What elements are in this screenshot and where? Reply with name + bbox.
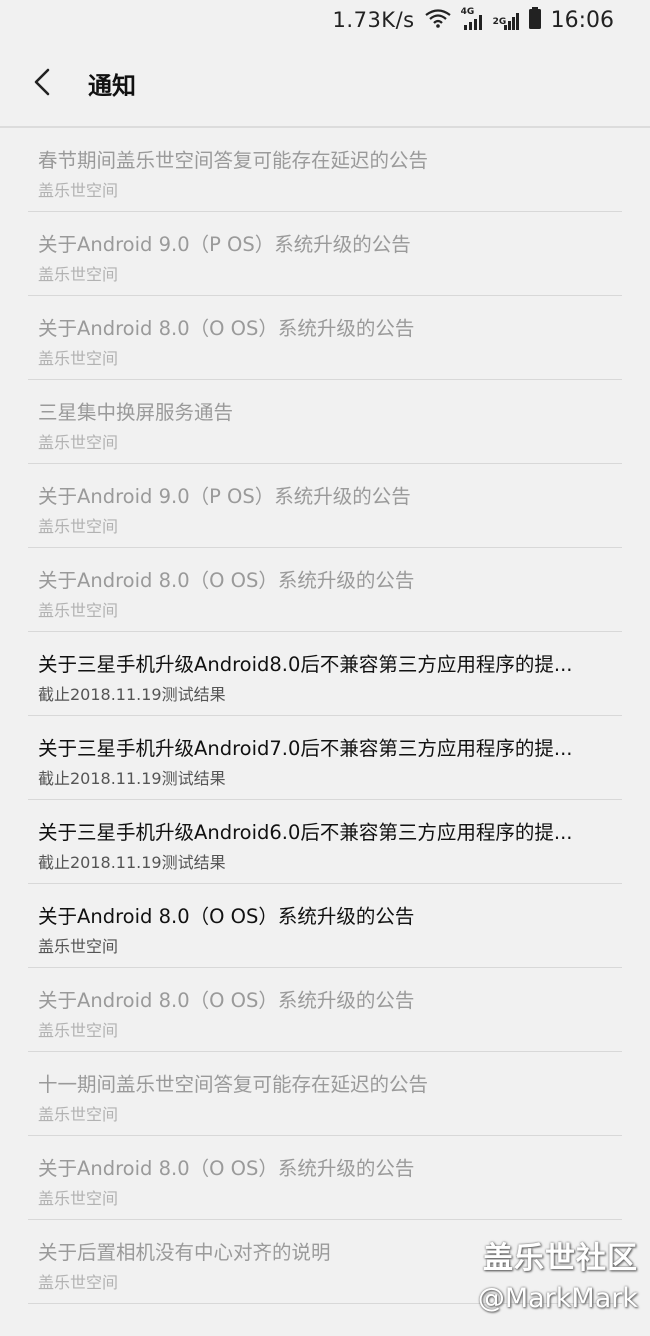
notification-title: 关于Android 8.0（O OS）系统升级的公告: [38, 1157, 415, 1180]
network-speed: 1.73K/s: [332, 8, 415, 32]
notification-subtitle: 截止2018.11.19测试结果: [38, 685, 226, 704]
notification-item[interactable]: 关于Android 9.0（P OS）系统升级的公告盖乐世空间: [28, 212, 622, 296]
battery-icon: [528, 7, 541, 33]
notification-subtitle: 盖乐世空间: [38, 181, 119, 200]
notification-title: 三星集中换屏服务通告: [38, 401, 234, 424]
notification-item[interactable]: 关于Android 8.0（O OS）系统升级的公告盖乐世空间: [28, 548, 622, 632]
notification-subtitle: 盖乐世空间: [38, 601, 119, 620]
notification-title: 关于Android 8.0（O OS）系统升级的公告: [38, 905, 415, 928]
notification-title: 关于Android 8.0（O OS）系统升级的公告: [38, 317, 415, 340]
notification-subtitle: 盖乐世空间: [38, 265, 119, 284]
notification-title: 关于三星手机升级Android7.0后不兼容第三方应用程序的提...: [38, 737, 573, 760]
notification-title: 关于三星手机升级Android8.0后不兼容第三方应用程序的提...: [38, 653, 573, 676]
notification-title: 关于Android 8.0（O OS）系统升级的公告: [38, 989, 415, 1012]
notification-item[interactable]: 十一期间盖乐世空间答复可能存在延迟的公告盖乐世空间: [28, 1052, 622, 1136]
status-bar: 1.73K/s 4G 2G 16:06: [0, 0, 650, 40]
notification-item[interactable]: 关于Android 8.0（O OS）系统升级的公告盖乐世空间: [28, 884, 622, 968]
notification-item[interactable]: 关于Android 8.0（O OS）系统升级的公告盖乐世空间: [28, 1136, 622, 1220]
notification-title: 关于Android 9.0（P OS）系统升级的公告: [38, 485, 411, 508]
notification-subtitle: 盖乐世空间: [38, 517, 119, 536]
notification-subtitle: 盖乐世空间: [38, 1273, 119, 1292]
back-button[interactable]: [26, 64, 66, 104]
page-title: 通知: [88, 72, 136, 100]
notification-subtitle: 盖乐世空间: [38, 1105, 119, 1124]
notification-item[interactable]: 关于Android 9.0（P OS）系统升级的公告盖乐世空间: [28, 464, 622, 548]
watermark: 盖乐世社区 @MarkMark: [478, 1233, 638, 1314]
notification-title: 十一期间盖乐世空间答复可能存在延迟的公告: [38, 1073, 429, 1096]
notification-subtitle: 盖乐世空间: [38, 349, 119, 368]
notification-title: 关于Android 9.0（P OS）系统升级的公告: [38, 233, 411, 256]
clock: 16:06: [550, 7, 614, 33]
wifi-icon: [424, 8, 451, 32]
notification-subtitle: 盖乐世空间: [38, 1189, 119, 1208]
notification-subtitle: 截止2018.11.19测试结果: [38, 769, 226, 788]
watermark-line1: 盖乐世社区: [483, 1241, 638, 1276]
notification-item[interactable]: 关于三星手机升级Android6.0后不兼容第三方应用程序的提... 截止2018…: [28, 800, 622, 884]
notification-subtitle: 盖乐世空间: [38, 937, 119, 956]
app-header: 通知: [0, 40, 650, 128]
notification-item[interactable]: 三星集中换屏服务通告盖乐世空间: [28, 380, 622, 464]
signal-4g-icon: 4G: [461, 7, 483, 31]
notification-item[interactable]: 关于Android 8.0（O OS）系统升级的公告盖乐世空间: [28, 296, 622, 380]
notification-item[interactable]: 关于Android 8.0（O OS）系统升级的公告盖乐世空间: [28, 968, 622, 1052]
notification-title: 关于Android 8.0（O OS）系统升级的公告: [38, 569, 415, 592]
watermark-line2: @MarkMark: [477, 1283, 638, 1314]
notification-subtitle: 盖乐世空间: [38, 433, 119, 452]
notification-item[interactable]: 春节期间盖乐世空间答复可能存在延迟的公告盖乐世空间: [28, 128, 622, 212]
notification-item[interactable]: 关于三星手机升级Android7.0后不兼容第三方应用程序的提... 截止2018…: [28, 716, 622, 800]
notification-item[interactable]: 关于三星手机升级Android8.0后不兼容第三方应用程序的提... 截止2018…: [28, 632, 622, 716]
notification-subtitle: 截止2018.11.19测试结果: [38, 853, 226, 872]
notification-subtitle: 盖乐世空间: [38, 1021, 119, 1040]
notification-title: 关于三星手机升级Android6.0后不兼容第三方应用程序的提...: [38, 821, 573, 844]
chevron-left-icon: [34, 68, 50, 96]
signal-2g-icon: 2G: [493, 9, 519, 31]
notification-list: 春节期间盖乐世空间答复可能存在延迟的公告 盖乐世空间 关于Android 9.0（P…: [28, 128, 622, 1304]
notification-title: 春节期间盖乐世空间答复可能存在延迟的公告: [38, 149, 429, 172]
